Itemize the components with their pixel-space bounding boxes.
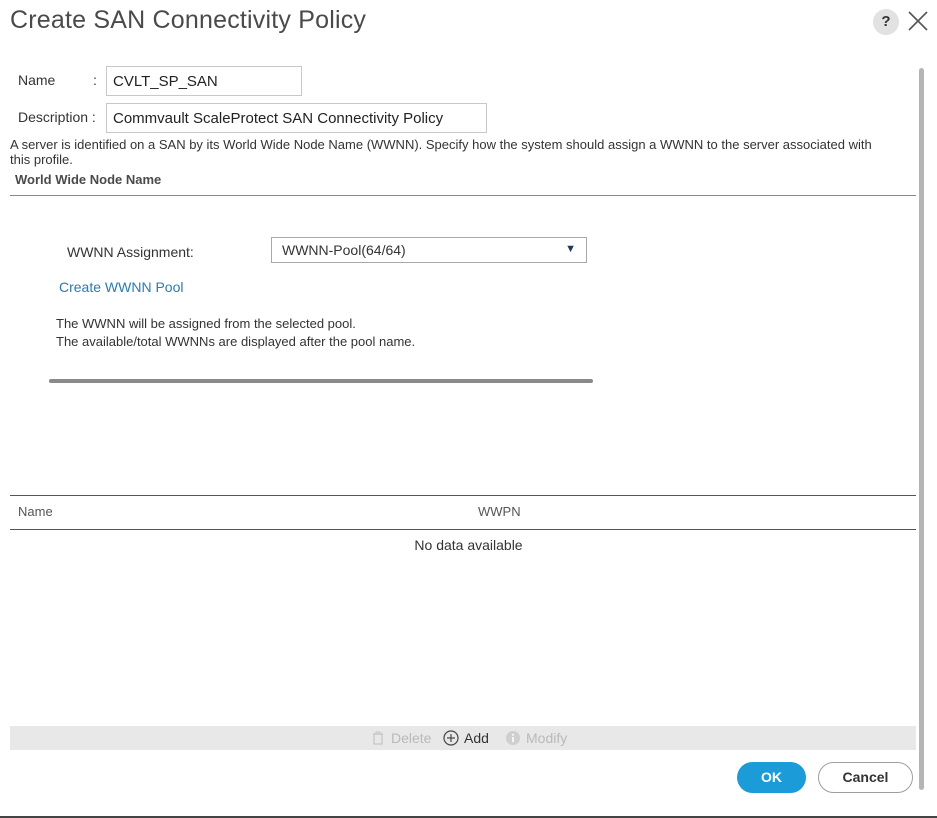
section-title-wwnn: World Wide Node Name (15, 172, 162, 187)
plus-circle-icon (443, 730, 459, 746)
trash-icon (373, 731, 383, 745)
info-circle-icon (506, 731, 520, 745)
column-header-name[interactable]: Name (18, 504, 53, 519)
table-top-border (10, 495, 916, 496)
name-input[interactable] (106, 66, 302, 96)
delete-label: Delete (391, 730, 432, 746)
wwnn-info-line-1: The WWNN will be assigned from the selec… (56, 316, 356, 331)
wwnn-assignment-label: WWNN Assignment: (67, 244, 194, 260)
dialog-title: Create SAN Connectivity Policy (10, 6, 367, 34)
add-label: Add (464, 730, 489, 746)
description-label: Description : (18, 109, 96, 125)
table-toolbar: Delete Add Modify (10, 726, 916, 750)
modify-label: Modify (526, 730, 568, 746)
column-header-wwpn[interactable]: WWPN (478, 504, 521, 519)
help-button[interactable]: ? (873, 9, 899, 35)
section-divider (10, 195, 916, 196)
ok-button[interactable]: OK (737, 762, 806, 793)
name-label: Name (18, 72, 56, 88)
caret-down-icon: ▼ (565, 243, 576, 255)
table-empty-message: No data available (414, 537, 523, 553)
wwnn-assignment-select[interactable]: WWNN-Pool(64/64) ▼ (271, 237, 587, 263)
add-button[interactable]: Add (443, 730, 489, 746)
horizontal-scrollbar[interactable] (49, 379, 593, 383)
delete-button[interactable]: Delete (370, 730, 431, 746)
modify-button[interactable]: Modify (505, 730, 567, 746)
description-input[interactable] (106, 103, 487, 133)
table-header-border (10, 529, 916, 530)
vertical-scrollbar[interactable] (919, 68, 924, 790)
create-wwnn-pool-link[interactable]: Create WWNN Pool (59, 279, 183, 295)
wwnn-intro-text: A server is identified on a SAN by its W… (10, 137, 872, 167)
cancel-button[interactable]: Cancel (818, 762, 913, 793)
wwnn-assignment-value: WWNN-Pool(64/64) (282, 242, 406, 258)
close-icon (908, 11, 928, 31)
close-button[interactable] (905, 7, 931, 35)
wwnn-info-line-2: The available/total WWNNs are displayed … (56, 334, 416, 349)
name-colon: : (93, 72, 97, 88)
